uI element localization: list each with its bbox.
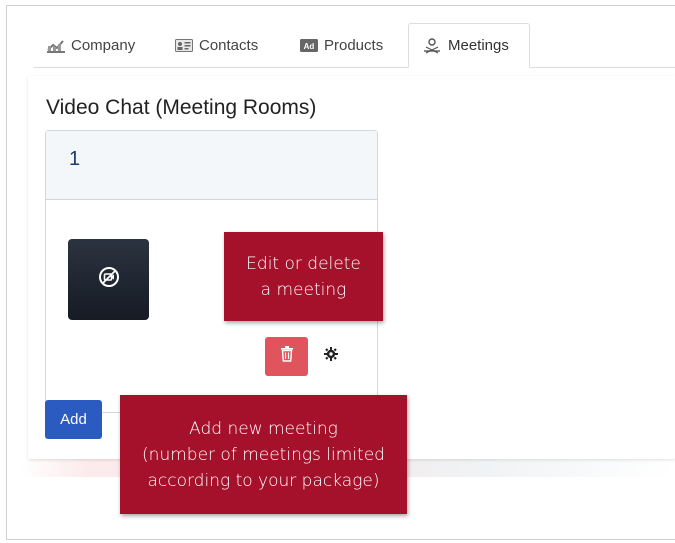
meeting-icon xyxy=(422,37,442,54)
contact-card-icon xyxy=(175,39,193,52)
chart-icon xyxy=(47,39,65,53)
ad-badge-icon: Ad xyxy=(300,39,318,52)
delete-meeting-button[interactable] xyxy=(265,337,308,376)
tab-label: Contacts xyxy=(199,37,259,54)
tab-bar: Company Contacts Ad Products Meetings xyxy=(34,23,675,68)
tab-meetings[interactable]: Meetings xyxy=(408,23,530,68)
page-title: Video Chat (Meeting Rooms) xyxy=(46,96,317,119)
callout-edit-line-1: Edit or delete xyxy=(246,253,361,274)
tab-company[interactable]: Company xyxy=(34,23,148,68)
tab-label: Company xyxy=(71,37,136,54)
add-meeting-button[interactable]: Add xyxy=(45,400,102,439)
callout-edit-line-2: a meeting xyxy=(260,279,347,300)
trash-icon xyxy=(280,346,294,367)
meeting-settings-button[interactable] xyxy=(321,346,341,366)
gear-icon xyxy=(324,346,338,366)
camera-off-icon xyxy=(98,266,120,293)
callout-add-line-3: according to your package) xyxy=(147,470,380,491)
tab-label: Products xyxy=(324,37,384,54)
tab-label: Meetings xyxy=(448,37,509,54)
tab-contacts[interactable]: Contacts xyxy=(162,23,271,68)
callout-add-line-2: (number of meetings limited xyxy=(142,444,385,465)
svg-text:Ad: Ad xyxy=(304,42,315,51)
callout-add-line-1: Add new meeting xyxy=(189,418,338,439)
callout-edit-delete: Edit or delete a meeting xyxy=(224,232,383,321)
meeting-card-header: 1 xyxy=(46,131,377,200)
tab-products[interactable]: Ad Products xyxy=(287,23,396,68)
meeting-number: 1 xyxy=(69,148,81,170)
callout-add-meeting: Add new meeting (number of meetings limi… xyxy=(120,395,407,514)
meeting-thumbnail[interactable] xyxy=(68,239,149,320)
